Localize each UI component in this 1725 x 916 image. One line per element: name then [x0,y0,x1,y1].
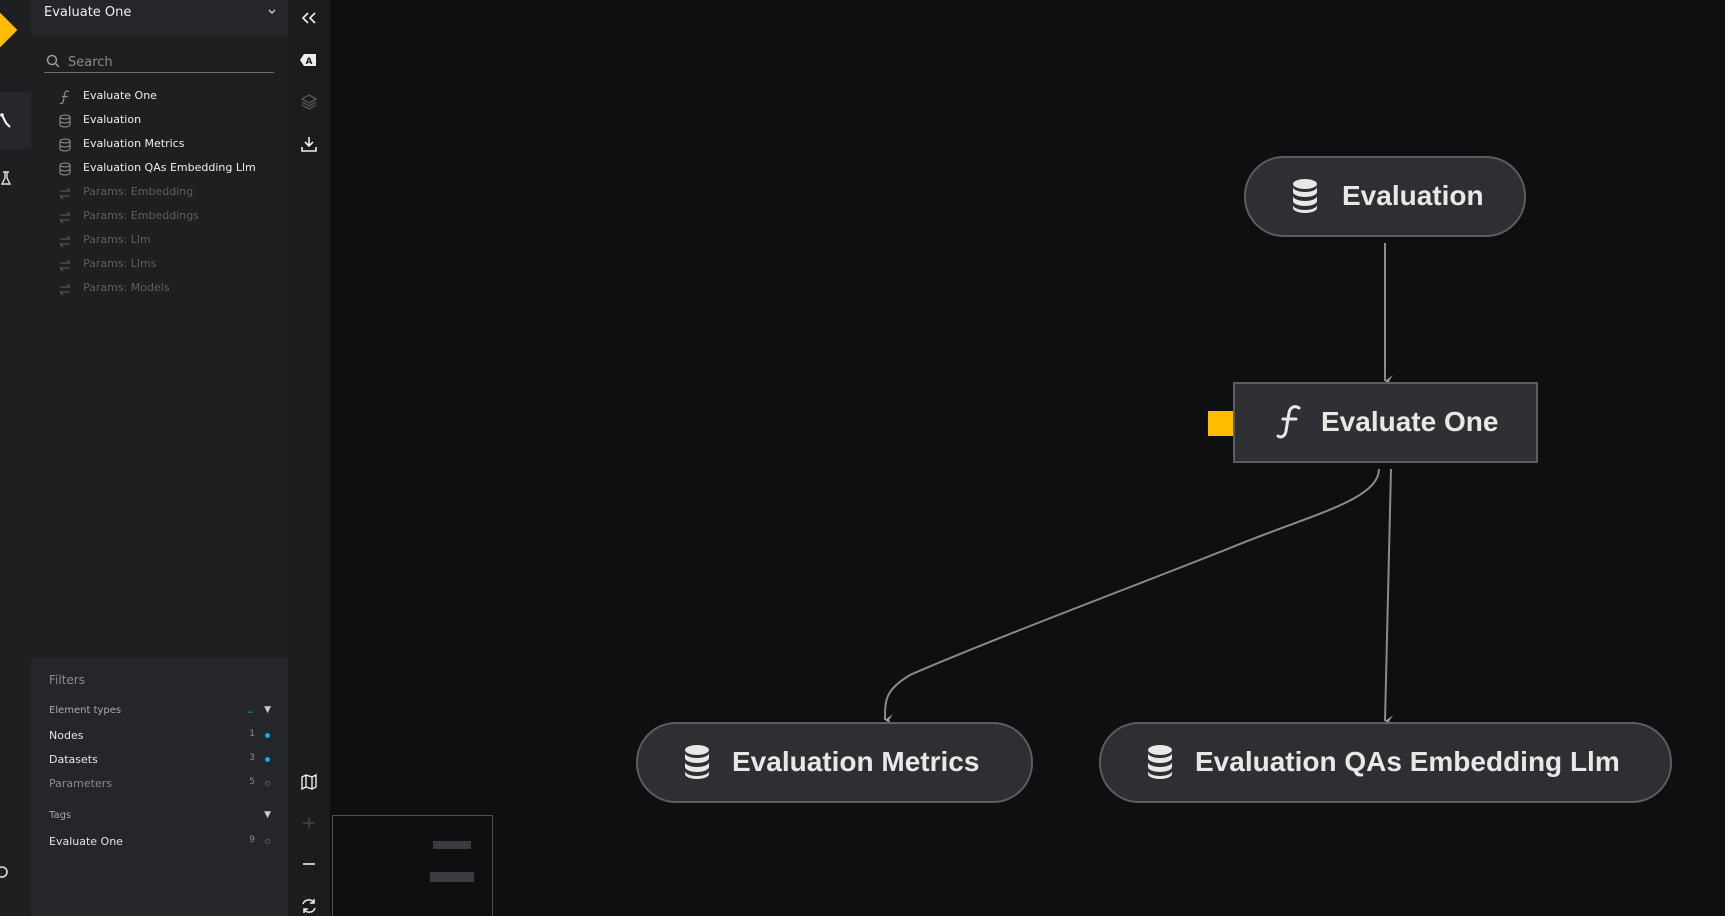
edge-evaluate-one-to-qas [1384,468,1394,728]
tree-item[interactable]: Params: Models [31,277,288,301]
database-icon [59,162,71,176]
app-root: Evaluate One Evaluate OneEvaluationEvalu… [0,0,1725,916]
chevron-down-icon [268,9,276,14]
filter-checkbox[interactable] [265,781,270,786]
filter-count: 5 [249,777,255,787]
filter-label: Parameters [49,777,112,790]
minimap-node [430,872,474,882]
database-icon [1293,179,1317,213]
filter-count: 9 [249,835,255,845]
zoom-in-icon[interactable] [299,813,319,833]
search-input[interactable] [68,52,268,72]
svg-text:A: A [306,57,313,67]
params-icon [59,259,71,272]
tree-item-label: Params: Models [83,281,170,294]
experiment-icon[interactable] [0,170,12,186]
kedro-logo[interactable] [0,11,18,49]
node-label: Evaluation QAs Embedding Llm [1195,746,1620,777]
tree-item-label: Evaluation Metrics [83,137,185,150]
params-icon [59,283,71,296]
filters-title: Filters [49,673,85,687]
collapse-triangle-icon[interactable]: ▼ [264,705,271,715]
filter-checkbox[interactable] [265,733,270,738]
flowchart-canvas[interactable]: Evaluation Evaluate One Evaluation Metri… [330,0,1725,916]
function-icon [1276,405,1301,439]
node-label: Evaluation [1342,180,1484,211]
filter-row[interactable]: Evaluate One 9 [49,833,271,851]
sidebar: Evaluate One Evaluate OneEvaluationEvalu… [31,0,288,916]
filter-checkbox[interactable] [265,757,270,762]
filter-label: Evaluate One [49,835,123,848]
focus-tag-marker [1208,411,1233,436]
database-icon [685,745,709,779]
node-evaluate-one[interactable]: Evaluate One [1233,382,1538,463]
layers-icon[interactable] [299,92,319,112]
element-types-label: Element types [49,705,122,716]
node-list: Evaluate One Evaluation Evaluation Metrics… [31,85,288,301]
tree-item-label: Params: Llms [83,257,157,270]
tree-item[interactable]: Evaluation [31,109,288,133]
toolbar: A [288,0,330,916]
function-icon [59,90,70,104]
minimap-node [433,841,471,849]
minimap[interactable] [332,815,493,916]
params-icon [59,235,71,248]
tree-item-label: Evaluate One [83,89,157,102]
tree-item[interactable]: Params: Embedding [31,181,288,205]
params-icon [59,187,71,200]
tree-item-label: Params: Llm [83,233,151,246]
params-icon [59,211,71,224]
app-nav-strip [0,0,31,916]
node-evaluation-metrics[interactable]: Evaluation Metrics [636,722,1033,803]
reset-view-icon[interactable] [299,896,319,916]
filter-row[interactable]: Parameters 5 [49,775,271,793]
pipeline-dropdown-label: Evaluate One [44,5,132,20]
filter-row[interactable]: Datasets 3 [49,751,271,769]
filter-label: Nodes [49,729,84,742]
tree-item[interactable]: Params: Llms [31,253,288,277]
filter-count: 1 [249,729,255,739]
node-label: Evaluation Metrics [732,746,980,777]
node-evaluation-qas-embedding-llm[interactable]: Evaluation QAs Embedding Llm [1099,722,1672,803]
collapse-triangle-icon[interactable]: ▼ [264,810,271,820]
label-toggle-icon[interactable]: A [299,50,319,70]
flowchart-icon [0,113,11,128]
tree-item-label: Evaluation [83,113,142,126]
node-label: Evaluate One [1321,406,1499,437]
tree-item[interactable]: Evaluate One [31,85,288,109]
edge-evaluate-one-to-metrics [884,468,1380,727]
filter-count: 3 [249,753,255,763]
filter-row[interactable]: Nodes 1 [49,727,271,745]
tree-item[interactable]: Evaluation QAs Embedding Llm [31,157,288,181]
filter-label: Datasets [49,753,98,766]
tree-item-label: Params: Embedding [83,185,194,198]
pipeline-dropdown[interactable]: Evaluate One [31,0,288,35]
settings-icon[interactable] [0,864,12,880]
search-box [44,52,274,73]
minimap-toggle-icon[interactable] [299,772,319,792]
zoom-out-icon[interactable] [299,854,319,874]
element-types-header[interactable]: Element types – ▼ [49,703,271,721]
tree-item[interactable]: Params: Llm [31,229,288,253]
tree-item-label: Params: Embeddings [83,209,199,222]
nav-flowchart-active[interactable] [0,92,31,149]
tree-item-label: Evaluation QAs Embedding Llm [83,161,256,174]
node-evaluation[interactable]: Evaluation [1244,156,1526,237]
collapse-sidebar-icon[interactable] [299,8,319,28]
database-icon [59,138,71,152]
tags-header[interactable]: Tags ▼ [49,808,271,826]
tags-label: Tags [49,810,72,821]
database-icon [1148,745,1172,779]
filter-checkbox[interactable] [265,839,270,844]
download-icon[interactable] [299,134,319,154]
filters-panel: Filters Element types – ▼ Nodes 1 Datasets… [31,658,288,916]
tree-item[interactable]: Evaluation Metrics [31,133,288,157]
element-types-toggle[interactable]: – [248,705,254,718]
search-icon [46,54,60,68]
tree-item[interactable]: Params: Embeddings [31,205,288,229]
database-icon [59,114,71,128]
